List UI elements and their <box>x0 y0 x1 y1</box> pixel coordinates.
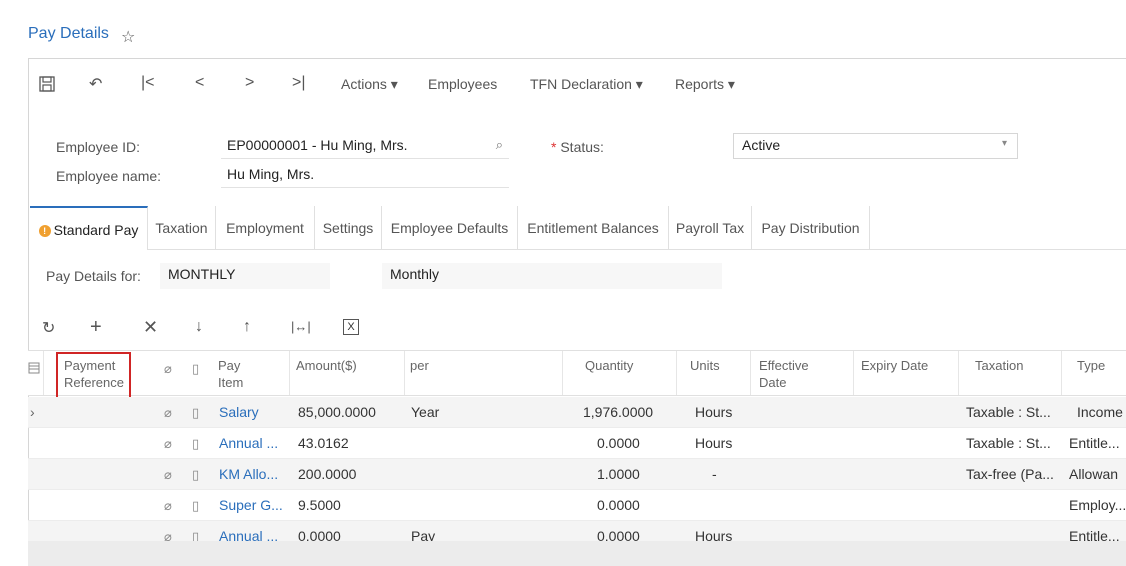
table-row[interactable]: ⌀ ▯ Super G... 9.5000 0.0000 Employ... <box>28 490 1126 521</box>
col-pay-item[interactable]: Pay Item <box>218 357 243 391</box>
fit-columns-icon[interactable]: |↔| <box>291 319 311 334</box>
table-row[interactable]: › ⌀ ▯ Salary 85,000.0000 Year 1,976.0000… <box>28 397 1126 428</box>
type-cell[interactable]: Entitle... <box>1069 521 1120 541</box>
attachment-icon[interactable]: ⌀ <box>164 490 172 521</box>
employee-name-field[interactable]: Hu Ming, Mrs. <box>221 164 509 188</box>
note-icon[interactable]: ▯ <box>192 397 199 428</box>
col-taxation[interactable]: Taxation <box>975 357 1023 374</box>
col-type[interactable]: Type <box>1077 357 1105 374</box>
table-row[interactable]: ⌀ ▯ Annual ... 0.0000 Pay 0.0000 Hours E… <box>28 521 1126 542</box>
amount-cell[interactable]: 85,000.0000 <box>298 397 376 428</box>
type-cell[interactable]: Entitle... <box>1069 428 1120 459</box>
next-record-icon[interactable]: > <box>245 74 254 92</box>
move-down-icon[interactable]: ↓ <box>195 318 203 336</box>
move-up-icon[interactable]: ↑ <box>243 318 251 336</box>
pay-details-description: Monthly <box>382 263 722 289</box>
pay-item-link[interactable]: Salary <box>219 397 259 428</box>
per-cell[interactable]: Year <box>411 397 439 428</box>
refresh-icon[interactable]: ↻ <box>42 318 55 338</box>
tab-entitlement-balances[interactable]: Entitlement Balances <box>518 206 669 250</box>
amount-cell[interactable]: 9.5000 <box>298 490 341 521</box>
chevron-down-icon: ▾ <box>1001 138 1007 149</box>
quantity-cell[interactable]: 0.0000 <box>597 490 640 521</box>
reports-menu[interactable]: Reports ▾ <box>675 76 735 93</box>
excel-export-icon[interactable]: X <box>343 319 359 335</box>
per-cell[interactable]: Pay <box>411 521 435 541</box>
amount-cell[interactable]: 200.0000 <box>298 459 356 490</box>
status-select[interactable]: Active ▾ <box>733 133 1018 159</box>
table-row[interactable]: ⌀ ▯ KM Allo... 200.0000 1.0000 - Tax-fre… <box>28 459 1126 490</box>
add-row-icon[interactable]: + <box>90 316 102 339</box>
tab-payroll-tax[interactable]: Payroll Tax <box>669 206 752 250</box>
quantity-cell[interactable]: 1,976.0000 <box>583 397 653 428</box>
favorite-star-icon[interactable]: ☆ <box>121 27 135 47</box>
units-cell[interactable]: Hours <box>695 521 732 541</box>
attachment-icon[interactable]: ⌀ <box>164 459 172 490</box>
pay-item-link[interactable]: KM Allo... <box>219 459 278 490</box>
tab-taxation[interactable]: Taxation <box>148 206 216 250</box>
status-label: * Status: <box>551 139 604 155</box>
table-row[interactable]: ⌀ ▯ Annual ... 43.0162 0.0000 Hours Taxa… <box>28 428 1126 459</box>
type-cell[interactable]: Allowan <box>1069 459 1118 490</box>
note-icon[interactable]: ▯ <box>192 490 199 521</box>
tab-employment[interactable]: Employment <box>216 206 315 250</box>
employees-button[interactable]: Employees <box>428 76 497 92</box>
col-effective-date[interactable]: Effective Date <box>759 357 809 391</box>
col-amount[interactable]: Amount($) <box>296 357 357 374</box>
quantity-cell[interactable]: 0.0000 <box>597 428 640 459</box>
type-cell[interactable]: Employ... <box>1069 490 1126 521</box>
units-cell[interactable]: Hours <box>695 397 732 428</box>
pay-item-link[interactable]: Annual ... <box>219 428 278 459</box>
amount-cell[interactable]: 0.0000 <box>298 521 341 541</box>
row-selector-chevron-icon[interactable]: › <box>30 397 35 428</box>
delete-row-icon[interactable]: ✕ <box>143 317 158 338</box>
first-record-icon[interactable]: |< <box>141 74 155 92</box>
col-quantity[interactable]: Quantity <box>585 357 633 374</box>
col-per[interactable]: per <box>410 357 429 374</box>
attachment-header-icon: ⌀ <box>164 361 172 376</box>
amount-cell[interactable]: 43.0162 <box>298 428 349 459</box>
note-icon[interactable]: ▯ <box>192 428 199 459</box>
tab-settings[interactable]: Settings <box>315 206 382 250</box>
attachment-icon[interactable]: ⌀ <box>164 397 172 428</box>
type-cell[interactable]: Income <box>1077 397 1123 428</box>
pay-details-code-field[interactable]: MONTHLY <box>160 263 330 289</box>
tab-pay-distribution[interactable]: Pay Distribution <box>752 206 870 250</box>
tfn-declaration-menu[interactable]: TFN Declaration ▾ <box>530 76 643 93</box>
tab-employee-defaults[interactable]: Employee Defaults <box>382 206 518 250</box>
units-cell[interactable]: - <box>712 459 717 490</box>
save-icon[interactable] <box>38 75 56 98</box>
employee-id-field[interactable]: EP00000001 - Hu Ming, Mrs. ⌕ <box>221 135 509 159</box>
warning-icon: ! <box>38 225 51 237</box>
note-icon[interactable]: ▯ <box>192 521 199 541</box>
previous-record-icon[interactable]: < <box>195 74 204 92</box>
taxation-cell[interactable]: Taxable : St... <box>966 428 1051 459</box>
quantity-cell[interactable]: 0.0000 <box>597 521 640 541</box>
payment-reference-highlight <box>56 352 131 403</box>
attachment-icon[interactable]: ⌀ <box>164 428 172 459</box>
note-icon[interactable]: ▯ <box>192 459 199 490</box>
grid-settings-icon[interactable] <box>28 361 40 378</box>
pay-item-link[interactable]: Annual ... <box>219 521 278 541</box>
pay-item-link[interactable]: Super G... <box>219 490 283 521</box>
search-icon[interactable]: ⌕ <box>496 137 503 153</box>
note-header-icon: ▯ <box>192 361 200 376</box>
col-units[interactable]: Units <box>690 357 720 374</box>
actions-menu[interactable]: Actions ▾ <box>341 76 398 93</box>
quantity-cell[interactable]: 1.0000 <box>597 459 640 490</box>
undo-icon[interactable]: ↶ <box>89 74 102 94</box>
attachment-icon[interactable]: ⌀ <box>164 521 172 541</box>
employee-id-label: Employee ID: <box>56 139 141 155</box>
taxation-cell[interactable]: Taxable : St... <box>966 397 1051 428</box>
col-expiry-date[interactable]: Expiry Date <box>861 357 928 374</box>
taxation-cell[interactable]: Tax-free (Pa... <box>966 459 1054 490</box>
last-record-icon[interactable]: >| <box>292 74 306 92</box>
employee-name-label: Employee name: <box>56 168 162 184</box>
page-title: Pay Details <box>28 25 109 42</box>
units-cell[interactable]: Hours <box>695 428 732 459</box>
tab-standard-pay[interactable]: ! Standard Pay <box>30 206 148 250</box>
grid-footer-bar <box>28 542 1126 566</box>
pay-details-for-label: Pay Details for: <box>46 268 141 284</box>
